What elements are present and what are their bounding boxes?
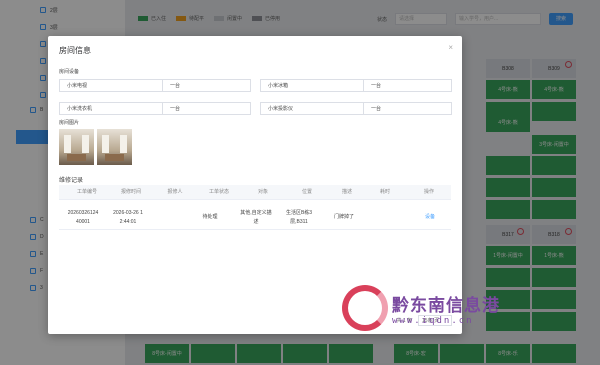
repair-section-title: 维修记录 [59,178,84,184]
equipment-name: 小米投影仪 [261,103,364,114]
watermark-text: 黔东南信息港 [392,295,500,316]
watermark: 黔东南信息港 www.iqdn.cn [342,285,500,331]
close-icon[interactable]: × [448,43,453,52]
column-header: 报修时间 [120,189,141,195]
cell-time: 2026-03-26 1 2:44:01 [113,210,143,225]
dialog-title: 房间信息 [59,46,91,55]
equipment-item: 小米冰箱 一台 [260,79,452,92]
room-photo[interactable] [97,129,132,165]
equipment-name: 小米电视 [60,80,163,91]
cell-status: 待处理 [202,214,218,220]
equipment-name: 小米洗衣机 [60,103,163,114]
watermark-url: www.iqdn.cn [392,315,474,326]
equipment-qty: 一台 [170,83,181,89]
equipment-name: 小米冰箱 [261,80,364,91]
column-header: 对象 [257,189,268,195]
cell-desc: 门牌掉了 [333,214,354,220]
column-header: 工单编号 [76,189,97,195]
column-header: 位置 [301,189,312,195]
cell-object: 其他,自定义描述 [240,210,272,225]
room-photo[interactable] [59,129,94,165]
column-header: 报修人 [167,189,183,195]
row-divider [59,229,451,230]
device-link[interactable]: 设备 [410,213,450,222]
equipment-section-title: 房间设备 [59,69,80,75]
equipment-item: 小米投影仪 一台 [260,102,452,115]
equipment-item: 小米电视 一台 [59,79,251,92]
cell-id: 20260326124 40001 [67,210,99,225]
photos-section-title: 房间图片 [59,120,80,126]
column-header: 耗时 [379,189,390,195]
repair-table-header: 工单编号 报修时间 报修人 工单状态 对象 位置 描述 耗时 操作 [59,185,451,200]
column-header: 工单状态 [208,189,229,195]
column-header: 操作 [423,189,434,195]
equipment-qty: 一台 [371,106,382,112]
column-header: 描述 [341,189,352,195]
cell-location: 生活区B栋3 层,B311 [285,210,313,225]
equipment-qty: 一台 [170,106,181,112]
equipment-qty: 一台 [371,83,382,89]
equipment-item: 小米洗衣机 一台 [59,102,251,115]
watermark-logo-icon [342,285,388,331]
